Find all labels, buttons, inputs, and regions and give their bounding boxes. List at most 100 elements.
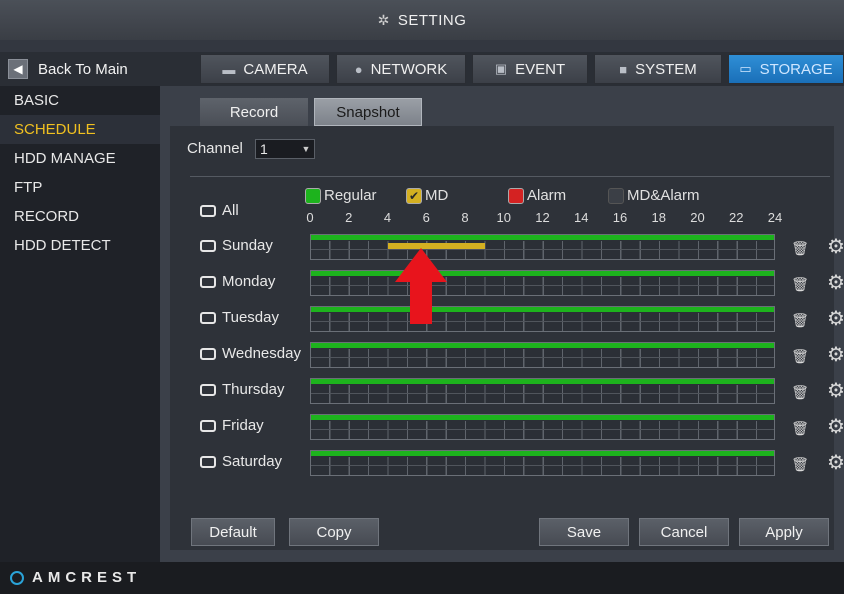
hour-tick-label: 24 [767,210,783,225]
hour-tick-label: 16 [612,210,628,225]
channel-value: 1 [260,141,268,157]
day-checkbox-monday[interactable]: Monday [200,273,275,290]
tab-snapshot[interactable]: Snapshot [314,98,422,126]
day-checkbox-thursday[interactable]: Thursday [200,381,285,398]
monitor-icon: ▭ [739,61,752,76]
default-button[interactable]: Default [191,518,275,546]
schedule-grid [311,421,774,439]
legend-md-alarm-label: MD&Alarm [627,187,700,204]
legend-md-alarm[interactable]: MD&Alarm [608,187,700,204]
checkbox-icon [200,311,216,324]
day-label: Monday [222,273,276,290]
tab-event-label: EVENT [515,60,566,78]
schedule-grid [311,241,774,259]
regular-period [311,451,774,456]
tab-storage[interactable]: ▭ STORAGE [728,54,844,84]
hour-tick-label: 20 [690,210,705,225]
tab-camera[interactable]: ▬ CAMERA [200,54,330,84]
tab-network-label: NETWORK [370,60,448,78]
window-title-bar: ✲ SETTING [0,0,844,41]
day-label: Wednesday [222,345,301,362]
hour-tick-label: 4 [383,210,392,225]
apply-button[interactable]: Apply [739,518,829,546]
day-label: Sunday [222,237,273,254]
sidebar-item-schedule[interactable]: SCHEDULE [0,115,160,144]
legend-regular[interactable]: Regular [305,187,377,204]
gear-icon[interactable]: ⚙ [826,272,844,294]
camera-icon: ▬ [222,61,236,77]
sidebar-item-ftp[interactable]: FTP [0,173,160,202]
gear-icon[interactable]: ⚙ [826,416,844,438]
legend-md-label: MD [425,187,449,204]
back-to-main-button[interactable]: ◀ Back To Main [8,56,158,82]
brand-name: AMCREST [32,569,142,586]
checkbox-icon [200,419,216,432]
gear-icon[interactable]: ⚙ [826,308,844,330]
tab-system[interactable]: ■ SYSTEM [594,54,722,84]
schedule-bar-wednesday[interactable] [310,342,775,368]
schedule-bar-monday[interactable] [310,270,775,296]
trash-icon[interactable]: 🗑 [791,456,809,472]
sidebar-item-basic[interactable]: BASIC [0,86,160,115]
schedule-grid [311,385,774,403]
day-checkbox-sunday[interactable]: Sunday [200,237,273,254]
regular-period [311,235,774,240]
gear-icon[interactable]: ⚙ [826,344,844,366]
trash-icon[interactable]: 🗑 [791,348,809,364]
tab-network[interactable]: ● NETWORK [336,54,466,84]
top-nav-bar: ◀ Back To Main ▬ CAMERA ● NETWORK ▣ EVEN… [0,52,844,86]
sidebar-item-hdd-manage[interactable]: HDD MANAGE [0,144,160,173]
main-content: Record Snapshot Channel 1 ▼ All Regular … [160,86,844,562]
hour-axis: 0 2 4 6 8 10 12 14 16 18 20 22 24 [170,210,834,228]
gear-icon[interactable]: ⚙ [826,380,844,402]
save-button[interactable]: Save [539,518,629,546]
gear-icon[interactable]: ⚙ [826,236,844,258]
channel-select[interactable]: 1 ▼ [255,139,315,159]
day-checkbox-friday[interactable]: Friday [200,417,264,434]
copy-button[interactable]: Copy [289,518,379,546]
day-checkbox-tuesday[interactable]: Tuesday [200,309,279,326]
trash-icon[interactable]: 🗑 [791,420,809,436]
tab-storage-label: STORAGE [759,60,833,78]
checkbox-icon [200,383,216,396]
legend-alarm[interactable]: Alarm [508,187,566,204]
schedule-grid-line [311,429,774,430]
trash-icon[interactable]: 🗑 [791,384,809,400]
schedule-bar-friday[interactable] [310,414,775,440]
sidebar-item-hdd-detect[interactable]: HDD DETECT [0,231,160,260]
day-checkbox-saturday[interactable]: Saturday [200,453,282,470]
event-icon: ▣ [494,61,508,76]
md-alarm-color-swatch [608,187,624,204]
legend-md[interactable]: ✔ MD [406,187,448,204]
schedule-panel: Channel 1 ▼ All Regular ✔ MD Alarm MD&Al… [170,126,844,550]
trash-icon[interactable]: 🗑 [791,312,809,328]
day-checkbox-wednesday[interactable]: Wednesday [200,345,301,362]
schedule-grid [311,457,774,475]
day-label: Friday [222,417,264,434]
sidebar-item-record[interactable]: RECORD [0,202,160,231]
schedule-bar-tuesday[interactable] [310,306,775,332]
tab-event[interactable]: ▣ EVENT [472,54,588,84]
cancel-button[interactable]: Cancel [639,518,729,546]
legend-alarm-label: Alarm [527,187,567,204]
schedule-grid-line [311,357,774,358]
trash-icon[interactable]: 🗑 [791,276,809,292]
checkbox-icon [200,347,216,360]
schedule-bar-saturday[interactable] [310,450,775,476]
trash-icon[interactable]: 🗑 [791,240,809,256]
tab-record[interactable]: Record [200,98,308,126]
regular-period [311,343,774,348]
regular-period [311,307,774,312]
schedule-bar-thursday[interactable] [310,378,775,404]
schedule-bar-sunday[interactable] [310,234,775,260]
gear-icon[interactable]: ⚙ [826,452,844,474]
checkbox-icon [200,275,216,288]
schedule-grid [311,277,774,295]
hour-tick-label: 14 [574,210,589,225]
day-label: Saturday [222,453,283,470]
header-divider [0,40,844,52]
schedule-grid [311,313,774,331]
schedule-grid [311,349,774,367]
sidebar: BASIC SCHEDULE HDD MANAGE FTP RECORD HDD… [0,86,160,562]
checkbox-icon [200,239,216,252]
